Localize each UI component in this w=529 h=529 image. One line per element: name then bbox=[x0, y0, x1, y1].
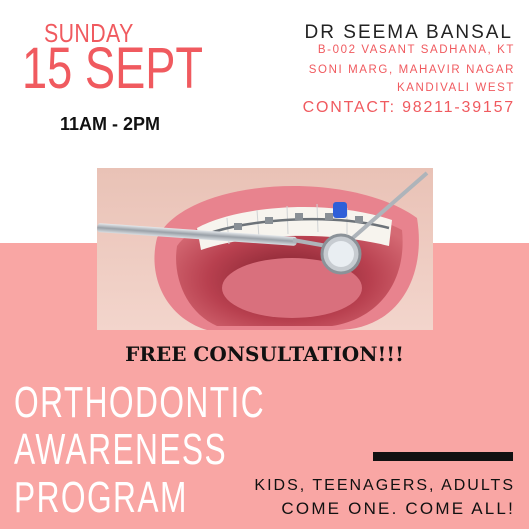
free-consultation-heading: FREE CONSULTATION!!! bbox=[125, 342, 404, 366]
audience-line-2: COME ONE. COME ALL! bbox=[281, 499, 515, 518]
doctor-name: DR SEEMA BANSAL bbox=[304, 22, 513, 43]
dental-braces-photo bbox=[97, 168, 433, 330]
program-title-line-1: ORTHODONTIC bbox=[14, 378, 266, 427]
address-line-2: SONI MARG, MAHAVIR NAGAR bbox=[308, 64, 515, 76]
program-title-line-3: PROGRAM bbox=[14, 473, 188, 522]
audience-line-1: KIDS, TEENAGERS, ADULTS bbox=[254, 477, 515, 494]
event-date: 15 SEPT bbox=[22, 36, 204, 101]
decorative-divider-bar bbox=[373, 452, 513, 461]
address-line-1: B-002 VASANT SADHANA, KT bbox=[317, 44, 515, 56]
address-line-3: KANDIVALI WEST bbox=[396, 82, 515, 94]
event-time: 11AM - 2PM bbox=[60, 114, 161, 134]
contact-phone: CONTACT: 98211-39157 bbox=[302, 99, 515, 116]
program-title-line-2: AWARENESS bbox=[14, 425, 228, 474]
